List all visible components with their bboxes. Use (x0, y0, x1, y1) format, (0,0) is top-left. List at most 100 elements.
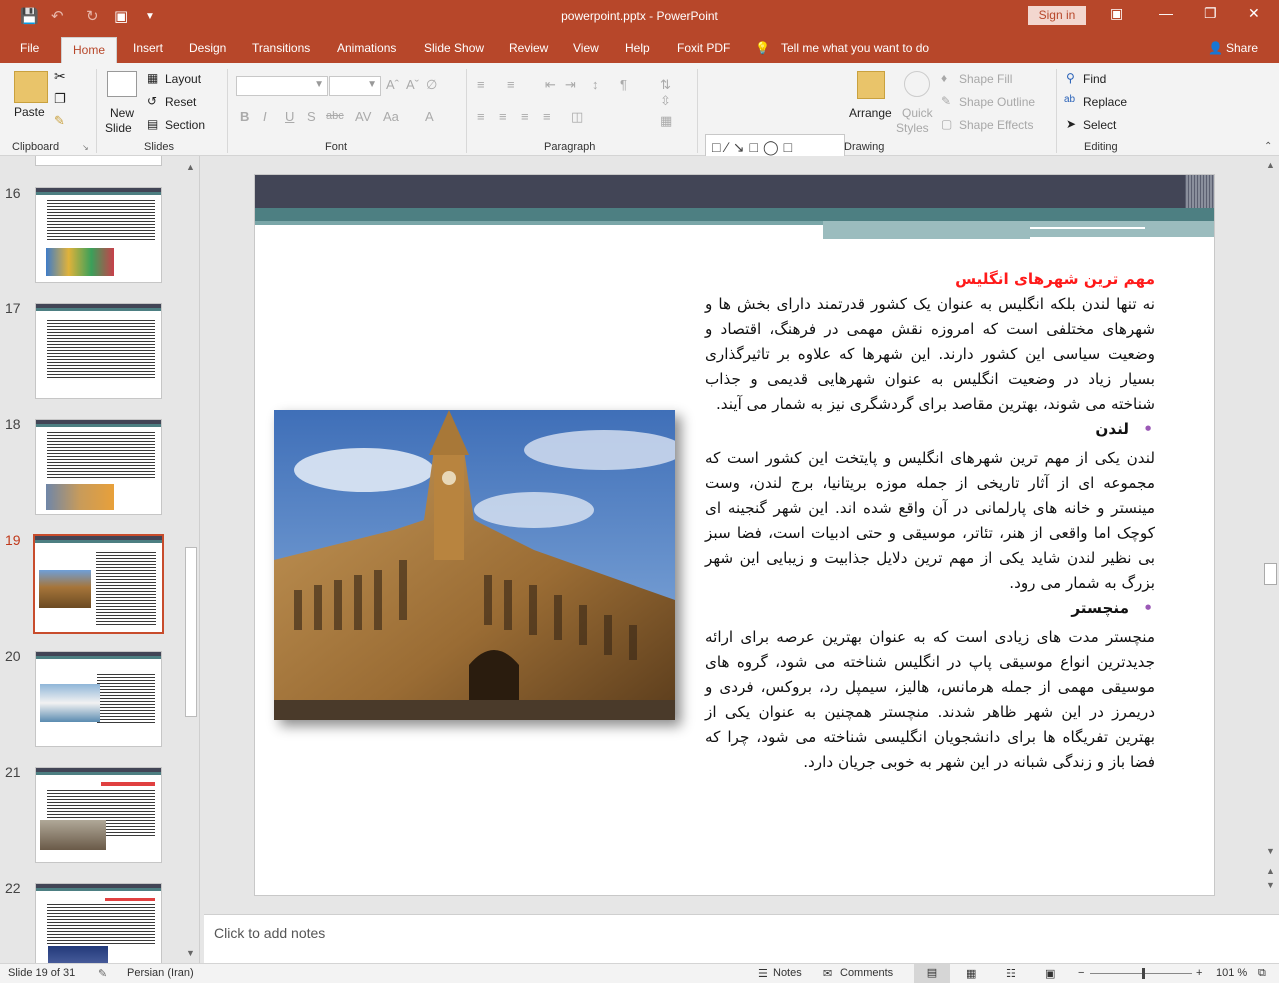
clipboard-launcher-icon[interactable]: ↘ (82, 143, 89, 152)
notes-icon[interactable]: ☰ (758, 967, 768, 980)
font-size-select[interactable]: ▼ (329, 76, 381, 96)
tab-home[interactable]: Home (61, 37, 118, 63)
align-text-icon[interactable]: ⇳ (660, 93, 671, 109)
quick-styles-button[interactable]: Quick (902, 106, 933, 120)
change-case-icon[interactable]: Aa (383, 109, 399, 124)
shape-effects-button[interactable]: Shape Effects (959, 118, 1034, 132)
thumbnail-scrollbar[interactable]: ▲ ▼ (183, 162, 199, 962)
quick-styles-icon[interactable] (904, 71, 930, 97)
decrease-indent-icon[interactable]: ⇤ (545, 77, 556, 93)
layout-icon[interactable]: ▦ (147, 71, 158, 85)
italic-icon[interactable]: I (263, 109, 267, 124)
thumbnail-scroll-thumb[interactable] (185, 547, 197, 717)
zoom-slider[interactable] (1090, 973, 1192, 974)
slide-sorter-icon[interactable]: ▦ (966, 967, 976, 980)
bold-icon[interactable]: B (240, 109, 249, 124)
slideshow-view-icon[interactable]: ▣ (1045, 967, 1055, 980)
align-left-icon[interactable]: ≡ (477, 109, 485, 124)
section-button[interactable]: Section (165, 118, 205, 132)
previous-slide-icon[interactable]: ▲ (1266, 866, 1275, 876)
current-slide[interactable]: مهم ترین شهرهای انگلیس نه تنها لندن بلکه… (254, 174, 1215, 896)
shape-fill-icon[interactable]: ♦ (941, 71, 947, 85)
paste-button[interactable]: Paste (14, 105, 45, 119)
close-icon[interactable]: ✕ (1248, 5, 1260, 22)
comments-toggle[interactable]: Comments (840, 967, 893, 979)
slide-thumbnail-current[interactable] (33, 534, 164, 634)
slide-thumbnail[interactable] (35, 651, 162, 747)
scroll-up-icon[interactable]: ▲ (186, 162, 195, 172)
grow-font-icon[interactable]: Aˆ (386, 77, 399, 92)
normal-view-icon[interactable]: ▤ (914, 964, 950, 983)
bullets-icon[interactable]: ≡ (477, 77, 485, 92)
shape-outline-icon[interactable]: ✎ (941, 94, 951, 108)
reset-button[interactable]: Reset (165, 95, 196, 109)
reset-icon[interactable]: ↺ (147, 94, 157, 108)
minimize-icon[interactable]: — (1159, 5, 1173, 21)
tab-foxit-pdf[interactable]: Foxit PDF (677, 41, 730, 55)
collapse-ribbon-icon[interactable]: ⌃ (1264, 141, 1272, 152)
zoom-out-icon[interactable]: − (1078, 967, 1084, 979)
cut-icon[interactable]: ✂ (54, 68, 66, 85)
tab-file[interactable]: File (20, 41, 39, 55)
tab-animations[interactable]: Animations (337, 41, 396, 55)
arrange-button[interactable]: Arrange (849, 106, 892, 120)
zoom-in-icon[interactable]: + (1196, 967, 1202, 979)
tab-transitions[interactable]: Transitions (252, 41, 310, 55)
scroll-down-icon[interactable]: ▼ (186, 948, 195, 958)
spellcheck-icon[interactable]: ✎ (98, 967, 107, 980)
text-direction-icon[interactable]: ⇅ (660, 77, 671, 93)
reading-view-icon[interactable]: ☷ (1006, 967, 1016, 980)
slide-thumbnail-15[interactable] (35, 156, 162, 166)
tab-view[interactable]: View (573, 41, 599, 55)
tell-me-search[interactable]: Tell me what you want to do (781, 41, 929, 55)
slide-thumbnail[interactable] (35, 303, 162, 399)
arrange-icon[interactable] (857, 71, 885, 99)
slide-thumbnail[interactable] (35, 767, 162, 863)
manchester-town-hall-photo[interactable] (274, 410, 675, 720)
notes-placeholder[interactable]: Click to add notes (214, 925, 325, 941)
columns-icon[interactable]: ◫ (571, 109, 583, 125)
slide-thumbnail[interactable] (35, 419, 162, 515)
next-slide-icon[interactable]: ▼ (1266, 880, 1275, 890)
line-spacing-icon[interactable]: ↕ (592, 77, 599, 92)
slide-scrollbar[interactable]: ▲ ▼ ▲ ▼ (1263, 156, 1279, 963)
slide-thumbnail[interactable] (35, 187, 162, 283)
underline-icon[interactable]: U (285, 109, 294, 124)
share-button[interactable]: Share (1226, 41, 1258, 55)
tab-slide-show[interactable]: Slide Show (424, 41, 484, 55)
font-family-select[interactable]: ▼ (236, 76, 328, 96)
zoom-slider-thumb[interactable] (1142, 968, 1145, 979)
font-color-icon[interactable]: A (425, 109, 434, 124)
tab-design[interactable]: Design (189, 41, 226, 55)
quick-styles-button-line2[interactable]: Styles (896, 121, 929, 135)
select-button[interactable]: Select (1083, 118, 1116, 132)
tab-insert[interactable]: Insert (133, 41, 163, 55)
new-slide-icon[interactable] (107, 71, 137, 97)
zoom-level[interactable]: 101 % (1216, 967, 1247, 979)
shrink-font-icon[interactable]: Aˇ (406, 77, 419, 92)
replace-icon[interactable]: ab (1064, 94, 1075, 105)
select-icon[interactable]: ➤ (1066, 117, 1076, 131)
strikethrough-icon[interactable]: abc (326, 110, 344, 122)
shape-fill-button[interactable]: Shape Fill (959, 72, 1012, 86)
copy-icon[interactable]: ❐ (54, 91, 66, 107)
smartart-icon[interactable]: ▦ (660, 113, 672, 129)
language-indicator[interactable]: Persian (Iran) (127, 967, 194, 979)
slide-scroll-thumb[interactable] (1264, 563, 1277, 585)
clear-formatting-icon[interactable]: ∅ (426, 77, 437, 93)
section-icon[interactable]: ▤ (147, 117, 158, 131)
sign-in-button[interactable]: Sign in (1028, 6, 1086, 25)
replace-button[interactable]: Replace (1083, 95, 1127, 109)
layout-button[interactable]: Layout (165, 72, 201, 86)
find-button[interactable]: Find (1083, 72, 1106, 86)
scroll-up-icon[interactable]: ▲ (1266, 160, 1275, 170)
comments-icon[interactable]: ✉ (823, 967, 832, 980)
tab-help[interactable]: Help (625, 41, 650, 55)
ribbon-display-options-icon[interactable]: ▣ (1110, 5, 1123, 22)
notes-toggle[interactable]: Notes (773, 967, 802, 979)
rtl-icon[interactable]: ¶ (620, 77, 627, 92)
char-spacing-icon[interactable]: AV (355, 109, 371, 124)
align-center-icon[interactable]: ≡ (499, 109, 507, 124)
scroll-down-icon[interactable]: ▼ (1266, 846, 1275, 856)
numbering-icon[interactable]: ≡ (507, 77, 515, 92)
